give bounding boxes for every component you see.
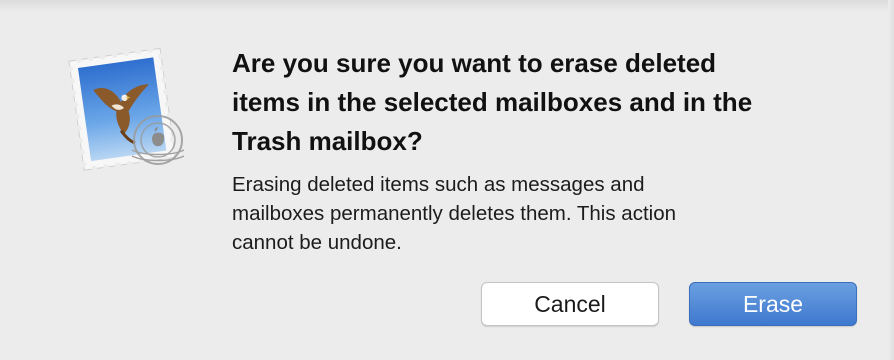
mail-stamp-icon xyxy=(66,46,196,178)
alert-dialog: Are you sure you want to erase deleted i… xyxy=(0,0,894,360)
dialog-message: Erasing deleted items such as messages a… xyxy=(232,173,677,254)
dialog-top-edge xyxy=(0,0,894,12)
dialog-title: Are you sure you want to erase deleted i… xyxy=(232,48,753,156)
dialog-side-edge xyxy=(888,0,894,360)
cancel-button[interactable]: Cancel xyxy=(481,282,659,326)
erase-button[interactable]: Erase xyxy=(689,282,857,326)
